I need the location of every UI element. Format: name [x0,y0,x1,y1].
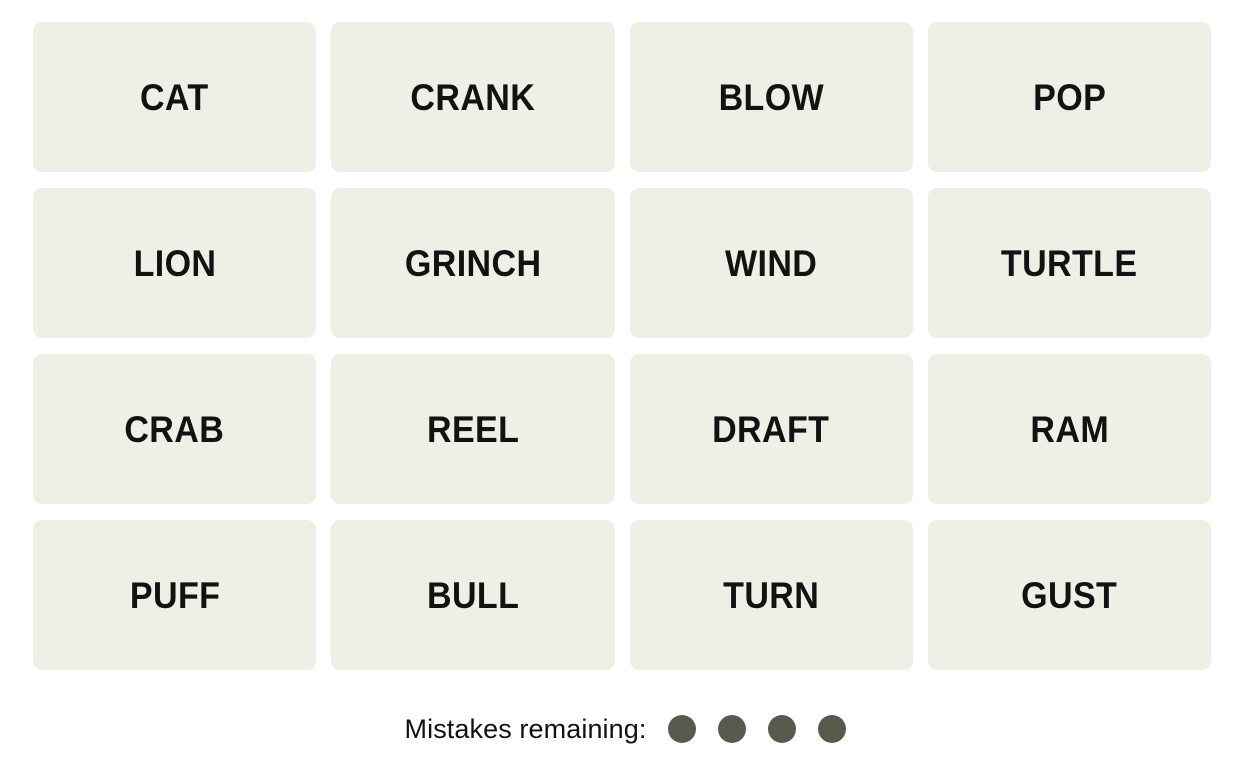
word-tile-turtle[interactable]: TURTLE [927,188,1211,338]
word-tile-lion[interactable]: LION [33,188,317,338]
word-tile-label: CRANK [410,76,536,118]
mistakes-remaining-label: Mistakes remaining: [404,713,647,744]
word-tile-crab[interactable]: CRAB [33,354,317,504]
mistakes-remaining-bar: Mistakes remaining: [0,703,1250,755]
word-tile-grinch[interactable]: GRINCH [331,188,615,338]
mistake-dot-icon [667,715,696,743]
word-tile-cat[interactable]: CAT [33,22,317,172]
mistake-dot-icon [767,715,796,743]
word-tile-wind[interactable]: WIND [629,188,913,338]
word-tile-pop[interactable]: POP [927,22,1211,172]
word-tile-label: REEL [426,408,520,450]
word-tile-crank[interactable]: CRANK [331,22,615,172]
word-tile-label: RAM [1030,408,1109,450]
word-tile-label: LION [133,242,217,284]
mistake-dot-icon [817,715,846,743]
word-tile-label: CAT [140,76,209,118]
word-tile-label: PUFF [129,574,220,616]
word-tile-reel[interactable]: REEL [331,354,615,504]
word-tile-ram[interactable]: RAM [927,354,1211,504]
word-tile-draft[interactable]: DRAFT [629,354,913,504]
connections-game: CAT CRANK BLOW POP LION GRINCH WIND TURT… [0,0,1250,769]
word-tile-turn[interactable]: TURN [629,520,913,670]
word-tile-bull[interactable]: BULL [331,520,615,670]
word-tile-label: GRINCH [404,242,542,284]
word-tile-label: BLOW [718,76,824,118]
word-tile-label: TURTLE [1001,242,1138,284]
word-tile-label: TURN [723,574,820,616]
word-tile-label: BULL [426,574,519,616]
mistake-dot-icon [717,715,746,743]
word-tile-label: POP [1032,76,1106,118]
mistakes-dots [667,715,846,743]
word-tile-label: CRAB [124,408,225,450]
word-tile-puff[interactable]: PUFF [33,520,317,670]
word-tile-blow[interactable]: BLOW [629,22,913,172]
word-tile-label: DRAFT [712,408,830,450]
word-grid: CAT CRANK BLOW POP LION GRINCH WIND TURT… [33,22,1211,670]
word-tile-label: WIND [725,242,818,284]
word-tile-gust[interactable]: GUST [927,520,1211,670]
word-tile-label: GUST [1021,574,1118,616]
